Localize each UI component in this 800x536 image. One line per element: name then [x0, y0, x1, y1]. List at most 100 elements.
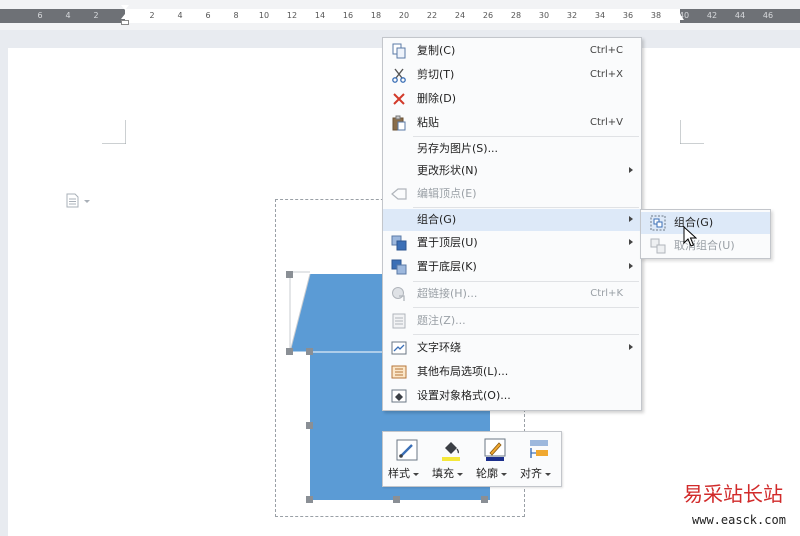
menu-separator: [413, 334, 639, 335]
submenu-item-group[interactable]: 组合(G): [641, 212, 770, 234]
group-submenu: 组合(G) 取消组合(U): [640, 209, 771, 259]
menu-item-edit-points[interactable]: 编辑顶点(E): [383, 183, 641, 205]
menu-item-label: 超链接(H)...: [417, 287, 478, 300]
context-menu: 复制(C) Ctrl+C 剪切(T) Ctrl+X 删除(D) 粘贴 Ctrl+…: [382, 37, 642, 411]
crop-mark-top-left: [102, 120, 126, 144]
submenu-arrow-icon: [629, 344, 633, 350]
submenu-item-ungroup[interactable]: 取消组合(U): [641, 235, 770, 257]
menu-item-change-shape[interactable]: 更改形状(N): [383, 160, 641, 182]
style-button[interactable]: 样式: [385, 436, 427, 482]
align-label: 对齐: [520, 467, 542, 480]
paste-icon: [392, 115, 406, 131]
copy-icon: [392, 43, 406, 59]
menu-item-format-object[interactable]: 设置对象格式(O)...: [383, 385, 641, 407]
menu-item-label: 更改形状(N): [417, 164, 478, 177]
paragraph-marker-icon[interactable]: [66, 193, 96, 209]
menu-item-copy[interactable]: 复制(C) Ctrl+C: [383, 40, 641, 62]
dropdown-arrow-icon: [413, 472, 419, 476]
ruler-tick-label: 12: [286, 11, 298, 20]
menu-item-label: 复制(C): [417, 44, 456, 57]
menu-item-save-as-picture[interactable]: 另存为图片(S)...: [383, 138, 641, 160]
menu-item-hyperlink[interactable]: 超链接(H)... Ctrl+K: [383, 283, 641, 305]
crop-mark-top-right: [680, 120, 704, 144]
ruler-tick-label: 4: [177, 11, 183, 20]
ruler-tick-label: 26: [482, 11, 494, 20]
menu-item-shortcut: Ctrl+X: [589, 69, 623, 80]
menu-item-caption[interactable]: 题注(Z)...: [383, 310, 641, 332]
format-object-icon: [391, 389, 407, 403]
ruler-tick-label: 38: [650, 11, 662, 20]
resize-handle[interactable]: [306, 496, 313, 503]
fill-bucket-icon: [442, 442, 460, 461]
style-brush-icon: [396, 439, 418, 461]
menu-item-group[interactable]: 组合(G): [383, 209, 641, 231]
dropdown-arrow-icon: [457, 472, 463, 476]
ruler-tick-label: 8: [233, 11, 239, 20]
menu-separator: [413, 136, 639, 137]
ruler-tick-label: 36: [622, 11, 634, 20]
shape-mini-toolbar: 样式 填充 轮廓 对齐: [382, 431, 562, 487]
menu-item-text-wrap[interactable]: 文字环绕: [383, 337, 641, 359]
resize-handle[interactable]: [393, 496, 400, 503]
menu-item-cut[interactable]: 剪切(T) Ctrl+X: [383, 64, 641, 86]
align-icon: [530, 440, 548, 458]
ruler-tick-label: 16: [342, 11, 354, 20]
ruler-tick-label: 14: [314, 11, 326, 20]
resize-handle[interactable]: [306, 348, 313, 355]
edit-points-icon: [391, 188, 407, 200]
watermark-logo-text: 易采站长站: [683, 482, 783, 506]
dropdown-arrow-icon: [501, 472, 507, 476]
resize-handle[interactable]: [286, 271, 293, 278]
menu-item-label: 设置对象格式(O)...: [417, 389, 511, 402]
send-back-icon: [391, 259, 407, 275]
fill-button[interactable]: 填充: [429, 436, 471, 482]
left-indent-marker[interactable]: [121, 5, 129, 27]
resize-handle[interactable]: [286, 348, 293, 355]
ruler-tick-label: 6: [37, 11, 43, 20]
ruler-tick-label: 42: [706, 11, 718, 20]
dropdown-arrow-icon: [545, 472, 551, 476]
delete-x-icon: [393, 93, 405, 105]
watermark-url: www.easck.com: [692, 513, 786, 527]
menu-item-label: 删除(D): [417, 92, 457, 105]
menu-item-shortcut: Ctrl+K: [590, 288, 623, 299]
ruler-tick-label: 20: [398, 11, 410, 20]
submenu-arrow-icon: [629, 263, 633, 269]
menu-item-layout-options[interactable]: 其他布局选项(L)...: [383, 361, 641, 383]
menu-item-label: 编辑顶点(E): [417, 187, 477, 200]
menu-separator: [413, 281, 639, 282]
ruler-tick-label: 34: [594, 11, 606, 20]
submenu-arrow-icon: [629, 167, 633, 173]
outline-label: 轮廓: [476, 467, 498, 480]
scissors-icon: [392, 68, 406, 83]
ruler-tick-label: 2: [149, 11, 155, 20]
ungroup-icon: [650, 238, 666, 254]
menu-item-label: 置于顶层(U): [417, 236, 478, 249]
right-indent-marker[interactable]: [676, 5, 684, 27]
align-button[interactable]: 对齐: [517, 436, 559, 482]
submenu-arrow-icon: [629, 216, 633, 222]
ruler-tick-label: 2: [93, 11, 99, 20]
ruler-tick-label: 10: [258, 11, 270, 20]
ruler-tick-label: 44: [734, 11, 746, 20]
group-icon: [650, 215, 666, 231]
menu-separator: [413, 307, 639, 308]
ruler-tick-label: 4: [65, 11, 71, 20]
resize-handle[interactable]: [481, 496, 488, 503]
resize-handle[interactable]: [306, 422, 313, 429]
bring-front-icon: [391, 235, 407, 251]
text-wrap-icon: [391, 341, 407, 355]
ruler-tick-label: 32: [566, 11, 578, 20]
menu-item-paste[interactable]: 粘贴 Ctrl+V: [383, 112, 641, 134]
menu-item-bring-to-front[interactable]: 置于顶层(U): [383, 232, 641, 254]
menu-item-delete[interactable]: 删除(D): [383, 88, 641, 110]
style-label: 样式: [388, 467, 410, 480]
outline-button[interactable]: 轮廓: [473, 436, 515, 482]
menu-item-label: 题注(Z)...: [417, 314, 466, 327]
menu-item-send-to-back[interactable]: 置于底层(K): [383, 256, 641, 278]
ruler-tick-label: 28: [510, 11, 522, 20]
menu-item-label: 文字环绕: [417, 341, 461, 354]
horizontal-ruler[interactable]: 6 4 2 2 4 6 8 10 12 14 16 18 20 22 24 26 28 30 32 34 36 38 40 4…: [0, 0, 800, 30]
fill-label: 填充: [432, 467, 454, 480]
menu-item-label: 置于底层(K): [417, 260, 477, 273]
